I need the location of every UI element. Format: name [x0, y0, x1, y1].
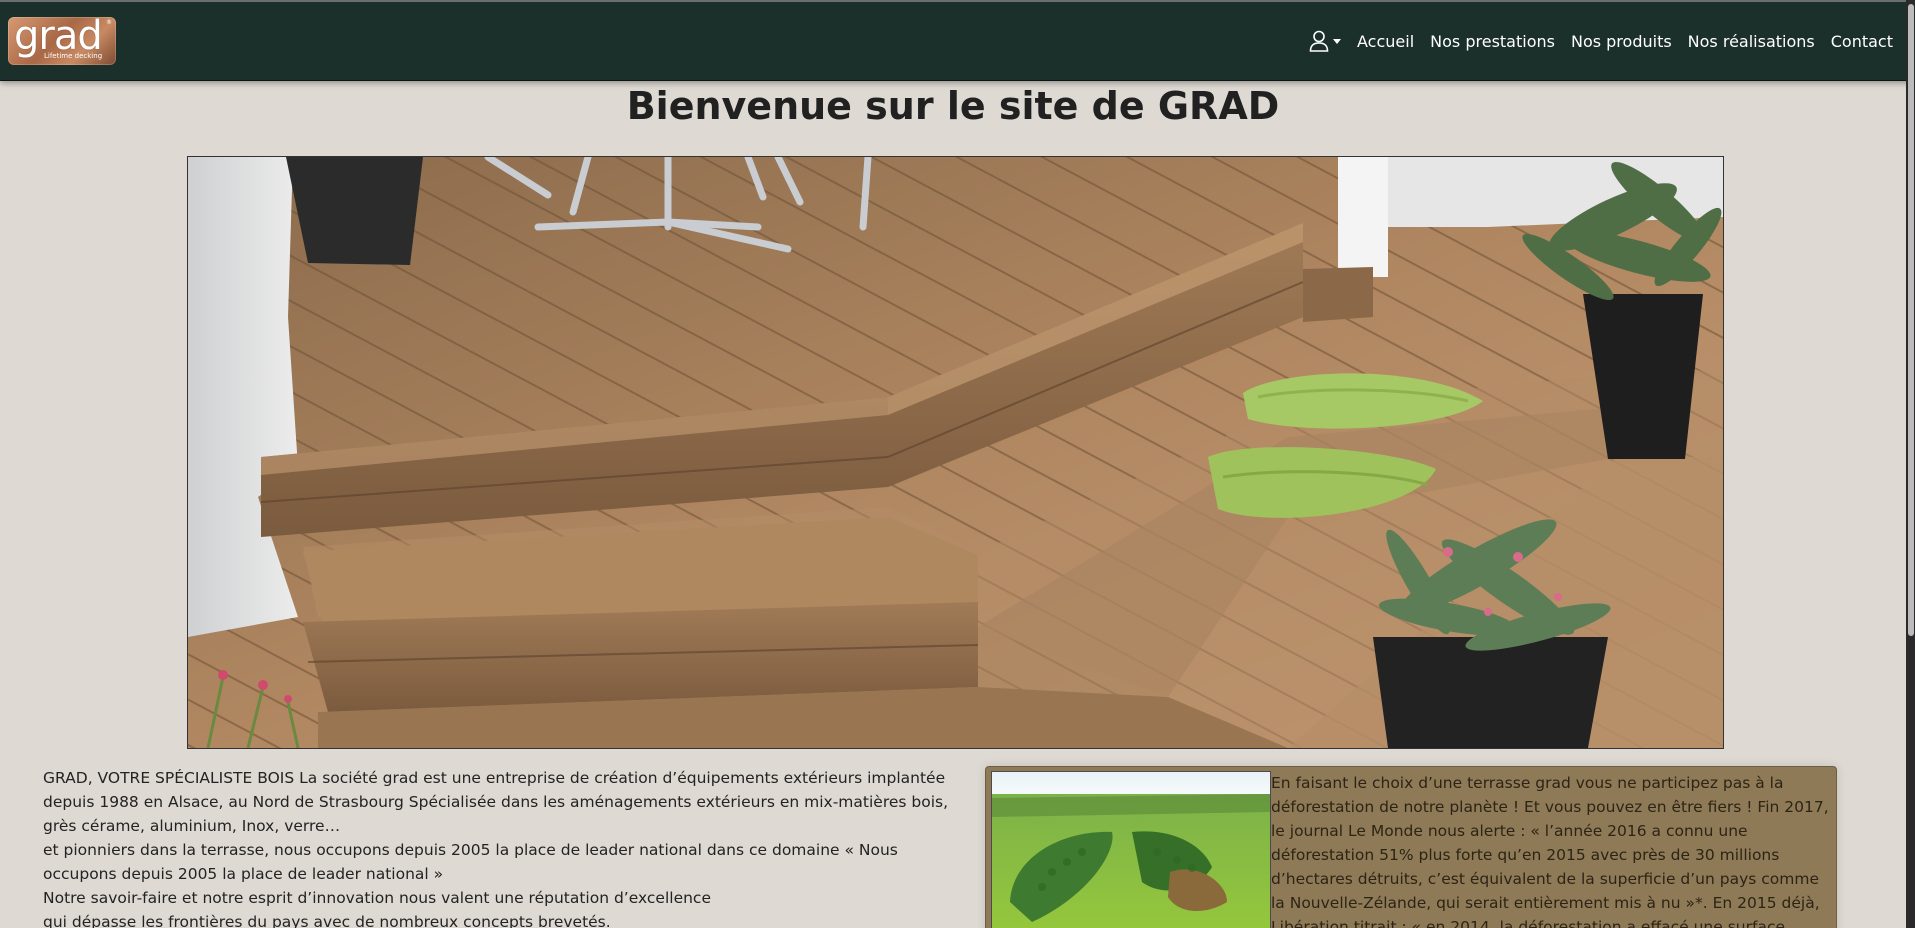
- deforestation-card: En faisant le choix d’une terrasse grad …: [985, 766, 1837, 928]
- logo-registered-mark: ®: [106, 19, 112, 26]
- nav-link-accueil[interactable]: Accueil: [1357, 32, 1414, 51]
- nav-link-nos-realisations[interactable]: Nos réalisations: [1688, 32, 1815, 51]
- intro-line: depuis 1988 en Alsace, au Nord de Strasb…: [43, 793, 949, 835]
- intro-line: GRAD, VOTRE SPÉCIALISTE BOIS La société …: [43, 769, 946, 787]
- user-icon: [1309, 30, 1329, 52]
- hero-image-terrace: [187, 156, 1724, 749]
- user-menu-dropdown[interactable]: [1309, 30, 1342, 52]
- main-nav: Accueil Nos prestations Nos produits Nos…: [1309, 2, 1893, 80]
- intro-text: GRAD, VOTRE SPÉCIALISTE BOIS La société …: [43, 766, 968, 928]
- nav-link-contact[interactable]: Contact: [1831, 32, 1893, 51]
- chevron-down-icon: [1333, 38, 1342, 44]
- intro-line: et pionniers dans la terrasse, nous occu…: [43, 841, 898, 883]
- intro-line: qui dépasse les frontières du pays avec …: [43, 913, 611, 928]
- navbar: grad Lifetime decking ® Accueil Nos pres…: [0, 0, 1913, 81]
- logo[interactable]: grad Lifetime decking ®: [8, 17, 116, 65]
- logo-tagline: Lifetime decking: [44, 52, 103, 60]
- nav-link-nos-produits[interactable]: Nos produits: [1571, 32, 1672, 51]
- page-scrollbar[interactable]: [1906, 0, 1915, 928]
- card-image-forest: [991, 771, 1271, 928]
- nav-link-nos-prestations[interactable]: Nos prestations: [1430, 32, 1555, 51]
- page-title: Bienvenue sur le site de GRAD: [626, 84, 1280, 128]
- intro-line: Notre savoir-faire et notre esprit d’inn…: [43, 889, 711, 907]
- page: grad Lifetime decking ® Accueil Nos pres…: [0, 0, 1915, 928]
- card-text: En faisant le choix d’une terrasse grad …: [1271, 774, 1829, 928]
- scrollbar-thumb[interactable]: [1908, 4, 1914, 636]
